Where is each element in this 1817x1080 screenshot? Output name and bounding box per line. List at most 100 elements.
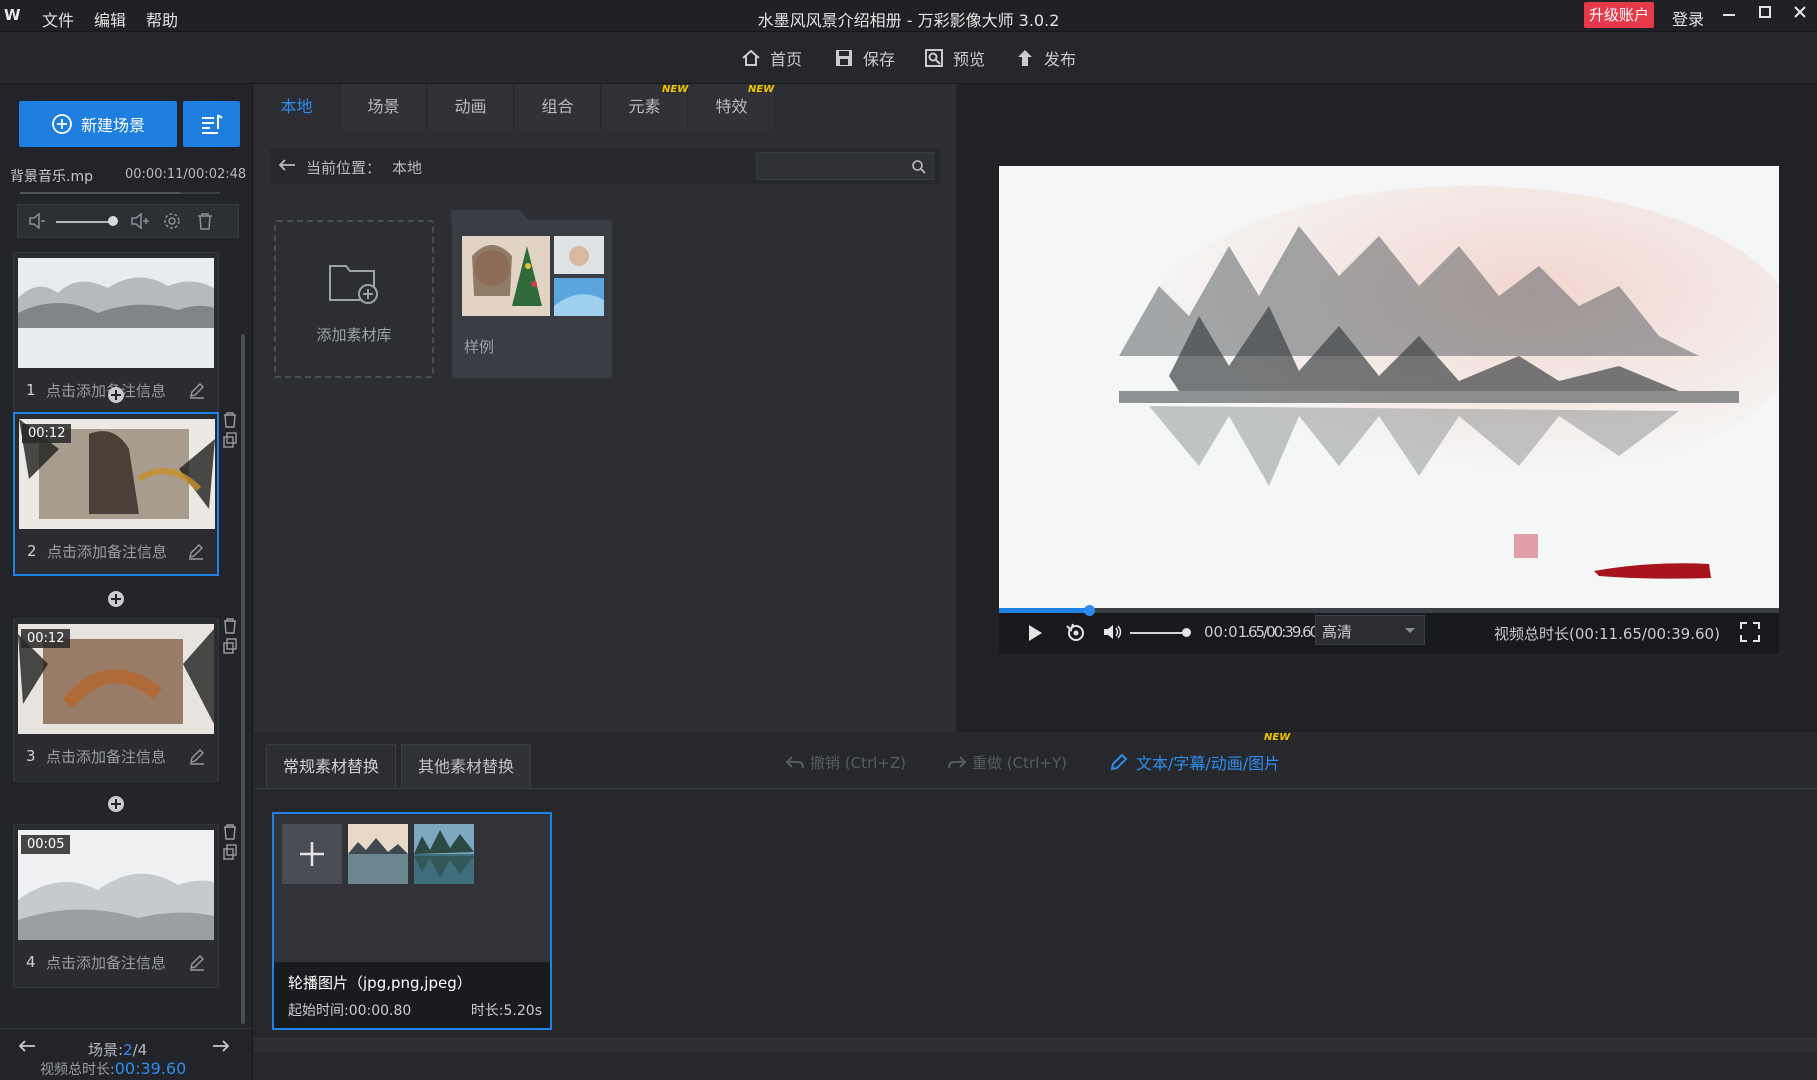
redo-button[interactable]: 重做 (Ctrl+Y) bbox=[948, 752, 1067, 773]
total-duration: 视频总时长:00:39.60 bbox=[40, 1059, 186, 1079]
close-icon[interactable] bbox=[1787, 4, 1813, 26]
preview-panel: 00:01.65/00:39.60 高清 视频总时长(00:11.65/00:3… bbox=[956, 84, 1817, 732]
home-button[interactable]: 首页 bbox=[740, 44, 802, 72]
scene-card-2[interactable]: 00:12 2 点击添加备注信息 bbox=[13, 412, 219, 576]
tab-combination[interactable]: 组合 bbox=[515, 84, 601, 130]
login-link[interactable]: 登录 bbox=[1672, 6, 1704, 30]
add-circle-icon bbox=[52, 114, 72, 134]
scene-note[interactable]: 点击添加备注信息 bbox=[46, 952, 166, 973]
edit-note-icon[interactable] bbox=[188, 381, 206, 399]
text-subtitle-link[interactable]: 文本/字幕/动画/图片 bbox=[1110, 750, 1280, 774]
trash-icon[interactable] bbox=[197, 212, 213, 230]
library-tabs: 本地 场景 动画 组合 元素 特效 NEW NEW bbox=[254, 84, 956, 130]
carousel-image-card[interactable]: 轮播图片（jpg,png,jpeg） 起始时间:00:00.80 时长:5.20… bbox=[272, 812, 552, 1030]
play-icon[interactable] bbox=[1027, 624, 1043, 642]
maximize-icon[interactable] bbox=[1752, 4, 1778, 26]
add-image-button[interactable] bbox=[282, 824, 342, 884]
player-controls: 00:01.65/00:39.60 高清 视频总时长(00:11.65/00:3… bbox=[999, 605, 1779, 654]
search-input[interactable] bbox=[761, 156, 901, 176]
scene-index: 4 bbox=[26, 953, 36, 971]
undo-button[interactable]: 撤销 (Ctrl+Z) bbox=[786, 752, 906, 773]
edit-note-icon[interactable] bbox=[187, 542, 205, 560]
settings-gear-icon[interactable] bbox=[163, 212, 181, 230]
save-button[interactable]: 保存 bbox=[833, 44, 895, 72]
title-bar: W 文件 编辑 帮助 水墨风风景介绍相册 - 万彩影像大师 3.0.2 升级账户… bbox=[0, 0, 1817, 32]
copy-icon[interactable] bbox=[223, 638, 237, 654]
tab-common-replace[interactable]: 常规素材替换 bbox=[266, 744, 397, 788]
scene-panel: 新建场景 背景音乐.mp 00:00:11/00:02:48 1 点击添加备注信… bbox=[0, 84, 253, 1080]
time-current: 00:0 bbox=[1204, 623, 1238, 641]
replay-icon[interactable] bbox=[1065, 622, 1087, 642]
horizontal-scrollbar[interactable] bbox=[254, 1038, 1817, 1052]
scene-note[interactable]: 点击添加备注信息 bbox=[47, 541, 167, 562]
card-info: 轮播图片（jpg,png,jpeg） 起始时间:00:00.80 时长:5.20… bbox=[274, 962, 550, 1028]
upgrade-account-button[interactable]: 升级账户 bbox=[1584, 2, 1654, 28]
minimize-icon[interactable] bbox=[1716, 4, 1742, 26]
scene-note[interactable]: 点击添加备注信息 bbox=[46, 380, 166, 401]
library-search[interactable] bbox=[756, 152, 934, 180]
card-duration: 时长:5.20s bbox=[470, 1003, 542, 1019]
volume-handle[interactable] bbox=[1182, 628, 1191, 637]
trash-icon[interactable] bbox=[223, 412, 237, 428]
new-scene-button[interactable]: 新建场景 bbox=[19, 101, 177, 147]
time-overlay: 1.65/00:39.60 bbox=[1237, 623, 1320, 641]
music-time: 00:00:11/00:02:48 bbox=[125, 167, 247, 182]
tab-animation[interactable]: 动画 bbox=[428, 84, 514, 130]
scene-list-scrollbar[interactable] bbox=[241, 334, 245, 1024]
scene-card-3[interactable]: 00:12 3 点击添加备注信息 bbox=[13, 618, 219, 782]
quality-select[interactable]: 高清 bbox=[1315, 615, 1425, 645]
tab-other-replace[interactable]: 其他素材替换 bbox=[401, 744, 532, 788]
scene-counter: 场景:2/4 bbox=[88, 1039, 147, 1060]
folder-tab bbox=[451, 210, 531, 222]
total-duration-label: 视频总时长: bbox=[40, 1062, 115, 1078]
preview-label: 预览 bbox=[953, 50, 986, 69]
add-library-label: 添加素材库 bbox=[316, 326, 392, 344]
list-sort-icon bbox=[201, 114, 223, 134]
tab-scene[interactable]: 场景 bbox=[341, 84, 427, 130]
volume-down-icon[interactable] bbox=[28, 213, 46, 229]
trash-icon[interactable] bbox=[223, 618, 237, 634]
scene-card-4[interactable]: 00:05 4 点击添加备注信息 bbox=[13, 824, 219, 988]
playback-handle[interactable] bbox=[1083, 605, 1095, 616]
edit-note-icon[interactable] bbox=[188, 747, 206, 765]
edit-note-icon[interactable] bbox=[188, 953, 206, 971]
volume-slider[interactable] bbox=[1130, 632, 1186, 634]
copy-icon[interactable] bbox=[223, 432, 237, 448]
scene-3-actions bbox=[223, 618, 239, 658]
carousel-image-1[interactable] bbox=[348, 824, 408, 884]
scene-list-button[interactable] bbox=[183, 101, 240, 147]
carousel-image-2[interactable] bbox=[414, 824, 474, 884]
scene-4-actions bbox=[223, 824, 239, 864]
tab-local[interactable]: 本地 bbox=[254, 84, 340, 130]
preview-canvas[interactable] bbox=[999, 166, 1779, 608]
new-badge-element: NEW bbox=[662, 84, 689, 95]
main-toolbar: 首页 保存 预览 发布 bbox=[0, 32, 1817, 84]
next-scene-arrow-icon[interactable] bbox=[212, 1039, 230, 1053]
sample-folder[interactable]: 样例 bbox=[451, 210, 612, 378]
add-scene-icon[interactable] bbox=[107, 590, 125, 608]
search-icon[interactable] bbox=[911, 159, 927, 175]
playback-progress[interactable] bbox=[999, 608, 1779, 613]
volume-icon[interactable] bbox=[1103, 624, 1123, 640]
scene-index: 3 bbox=[26, 747, 36, 765]
preview-button[interactable]: 预览 bbox=[923, 44, 985, 72]
add-library-button[interactable]: 添加素材库 bbox=[274, 220, 434, 378]
publish-button[interactable]: 发布 bbox=[1014, 44, 1076, 72]
add-scene-icon[interactable] bbox=[107, 386, 125, 404]
scene-note[interactable]: 点击添加备注信息 bbox=[46, 746, 166, 767]
volume-up-icon[interactable] bbox=[130, 213, 150, 229]
home-icon bbox=[742, 49, 760, 66]
undo-icon bbox=[786, 755, 804, 768]
copy-icon[interactable] bbox=[223, 844, 237, 860]
scene-counter-current: 2 bbox=[123, 1041, 133, 1059]
scene-thumbnail bbox=[18, 258, 214, 368]
trash-icon[interactable] bbox=[223, 824, 237, 840]
back-arrow-icon[interactable] bbox=[278, 158, 296, 172]
music-volume-handle[interactable] bbox=[108, 216, 118, 226]
add-scene-icon[interactable] bbox=[107, 795, 125, 813]
music-volume-slider[interactable] bbox=[56, 221, 112, 223]
music-progress[interactable] bbox=[20, 192, 220, 194]
prev-scene-arrow-icon[interactable] bbox=[18, 1039, 36, 1053]
save-icon bbox=[836, 50, 852, 66]
fullscreen-icon[interactable] bbox=[1740, 622, 1760, 642]
